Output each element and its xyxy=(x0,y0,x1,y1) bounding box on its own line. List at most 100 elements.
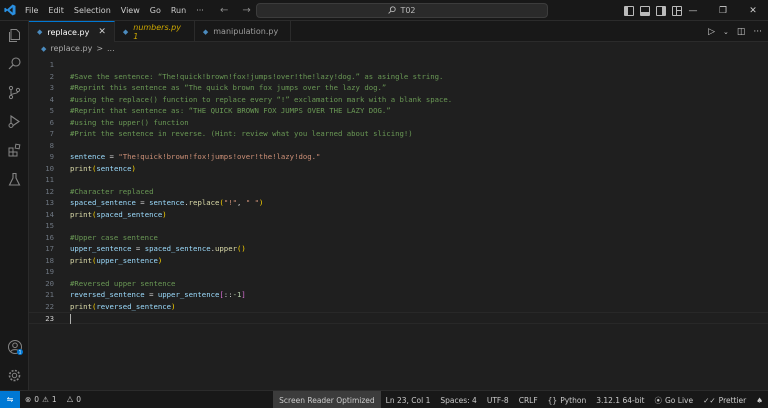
prettier-status[interactable]: ✓✓ Prettier xyxy=(698,391,751,408)
code-line[interactable]: 8 xyxy=(29,140,768,152)
code-line[interactable]: 10 print(sentence) xyxy=(29,163,768,175)
code-line[interactable]: 21 reversed_sentence = upper_sentence[::-… xyxy=(29,289,768,301)
explorer-icon[interactable] xyxy=(5,26,24,45)
code-line[interactable]: 23 xyxy=(29,312,768,324)
code-text: #Save the sentence: “The!quick!brown!fox… xyxy=(70,71,443,83)
code-line[interactable]: 15 xyxy=(29,220,768,232)
encoding[interactable]: UTF-8 xyxy=(482,391,514,408)
line-number: 14 xyxy=(45,209,54,219)
code-line[interactable]: 22 print(reversed_sentence) xyxy=(29,301,768,313)
breadcrumb-file[interactable]: replace.py xyxy=(50,44,92,53)
source-control-icon[interactable] xyxy=(5,83,24,102)
line-number: 3 xyxy=(49,83,54,92)
testing-icon[interactable] xyxy=(5,170,24,189)
screen-reader-mode[interactable]: Screen Reader Optimized xyxy=(273,391,381,408)
python-interpreter[interactable]: 3.12.1 64-bit xyxy=(591,391,649,408)
code-text: spaced_sentence = sentence.replace("!", … xyxy=(70,197,263,209)
code-token: ) xyxy=(131,163,136,173)
code-token: = xyxy=(144,290,158,299)
svg-text:1: 1 xyxy=(18,349,21,354)
code-token: print xyxy=(70,163,92,173)
end-of-line[interactable]: CRLF xyxy=(514,391,543,408)
menu-file[interactable]: File xyxy=(20,0,43,21)
code-line[interactable]: 2 #Save the sentence: “The!quick!brown!fo… xyxy=(29,71,768,83)
tab-numbers-py[interactable]: ◆ numbers.py 1 xyxy=(115,21,195,42)
toggle-primary-sidebar-icon[interactable] xyxy=(624,5,634,16)
breadcrumb-more[interactable]: ... xyxy=(107,44,115,53)
run-python-file-icon[interactable]: ▷ xyxy=(708,27,715,37)
problems-indicator[interactable]: ⊗ 0 ⚠ 1 xyxy=(20,391,62,408)
run-debug-icon[interactable] xyxy=(5,112,24,131)
extensions-icon[interactable] xyxy=(5,141,24,160)
code-line[interactable]: 3 #Reprint this sentence as “The quick br… xyxy=(29,82,768,94)
split-editor-icon[interactable]: ◫ xyxy=(737,27,746,37)
code-token: upper_sentence xyxy=(157,290,220,299)
menu-run[interactable]: Run xyxy=(166,0,191,21)
code-line[interactable]: 18 print(upper_sentence) xyxy=(29,255,768,267)
code-line[interactable]: 17 upper_sentence = spaced_sentence.upper… xyxy=(29,243,768,255)
chevron-down-icon[interactable]: ⌄ xyxy=(723,28,729,36)
back-arrow-icon[interactable]: ← xyxy=(220,5,228,16)
account-icon[interactable]: 1 xyxy=(5,337,24,356)
ports-indicator[interactable]: ⧊ 0 xyxy=(62,391,86,408)
minimize-button[interactable]: — xyxy=(678,0,708,21)
code-token: reversed_sentence xyxy=(70,290,145,299)
menu-go[interactable]: Go xyxy=(145,0,166,21)
code-token: "The!quick!brown!fox!jumps!over!the!lazy… xyxy=(118,152,321,161)
code-line[interactable]: 7 #Print the sentence in reverse. (Hint: … xyxy=(29,128,768,140)
line-number: 1 xyxy=(49,60,54,69)
menu-selection[interactable]: Selection xyxy=(69,0,116,21)
code-token: ) xyxy=(162,209,167,219)
remote-indicator-icon[interactable]: ⇋ xyxy=(0,390,20,408)
code-line[interactable]: 4 #using the replace() function to replac… xyxy=(29,94,768,106)
command-center-search[interactable]: T02 xyxy=(256,3,548,18)
code-line[interactable]: 5 #Reprint that sentence as: “THE QUICK B… xyxy=(29,105,768,117)
toggle-panel-icon[interactable] xyxy=(640,5,650,16)
error-count: 0 xyxy=(34,395,40,404)
menu-view[interactable]: View xyxy=(116,0,145,21)
settings-gear-icon[interactable] xyxy=(5,366,24,385)
more-actions-icon[interactable]: ··· xyxy=(753,27,762,37)
code-line[interactable]: 16 #Upper case sentence xyxy=(29,232,768,244)
code-token: upper_sentence xyxy=(96,255,158,265)
go-live-button[interactable]: ⦿ Go Live xyxy=(649,391,698,408)
line-number: 7 xyxy=(49,129,54,138)
ports-icon: ⧊ xyxy=(66,394,74,404)
forward-arrow-icon[interactable]: → xyxy=(242,5,250,16)
search-icon xyxy=(388,5,397,16)
close-tab-icon[interactable]: ✕ xyxy=(98,27,106,37)
code-token: #Reprint that sentence as: “THE QUICK BR… xyxy=(70,106,391,115)
indentation[interactable]: Spaces: 4 xyxy=(435,391,481,408)
code-line[interactable]: 12 #Character replaced xyxy=(29,186,768,198)
code-line[interactable]: 19 xyxy=(29,266,768,278)
code-line[interactable]: 1 xyxy=(29,59,768,71)
language-mode[interactable]: {} Python xyxy=(543,391,592,408)
language-label: Python xyxy=(560,395,587,405)
code-token: #Print the sentence in reverse. (Hint: r… xyxy=(70,129,413,138)
code-token: #Reversed upper sentence xyxy=(70,278,176,288)
code-line[interactable]: 11 xyxy=(29,174,768,186)
menu-more[interactable]: ··· xyxy=(191,0,209,21)
search-sidebar-icon[interactable] xyxy=(5,54,24,73)
code-line[interactable]: 9 sentence = "The!quick!brown!fox!jumps!o… xyxy=(29,151,768,163)
close-window-button[interactable]: ✕ xyxy=(738,0,768,21)
code-line[interactable]: 14 print(spaced_sentence) xyxy=(29,209,768,221)
code-token: = xyxy=(105,152,119,161)
cursor-position[interactable]: Ln 23, Col 1 xyxy=(381,391,436,408)
code-text: print(sentence) xyxy=(70,163,136,175)
tab-manipulation-py[interactable]: ◆ manipulation.py xyxy=(195,21,291,42)
braces-icon: {} xyxy=(547,395,558,405)
notifications-button[interactable]: ♠ xyxy=(751,391,768,408)
code-editor[interactable]: 1 2 #Save the sentence: “The!quick!brown!f… xyxy=(29,55,768,390)
code-line[interactable]: 6 #using the upper() function xyxy=(29,117,768,129)
restore-button[interactable]: ❐ xyxy=(708,0,738,21)
code-token: :: xyxy=(223,290,233,299)
tab-replace-py[interactable]: ◆ replace.py ✕ xyxy=(29,21,115,42)
code-line[interactable]: 20 #Reversed upper sentence xyxy=(29,278,768,290)
menu-bar: File Edit Selection View Go Run ··· xyxy=(20,0,209,21)
code-token: upper xyxy=(215,244,237,253)
menu-edit[interactable]: Edit xyxy=(43,0,69,21)
code-text: #Upper case sentence xyxy=(70,232,158,244)
code-line[interactable]: 13 spaced_sentence = sentence.replace("!"… xyxy=(29,197,768,209)
toggle-secondary-sidebar-icon[interactable] xyxy=(656,5,666,16)
